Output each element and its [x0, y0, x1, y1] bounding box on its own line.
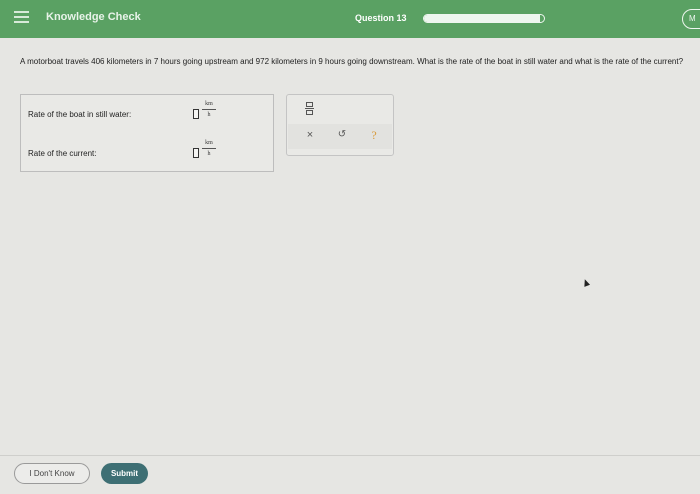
footer-divider	[0, 455, 700, 456]
current-rate-label: Rate of the current:	[28, 149, 97, 158]
unit-denominator: h	[207, 112, 211, 118]
unit-numerator: km	[205, 101, 213, 107]
help-icon[interactable]: ?	[367, 128, 381, 142]
unit-numerator: km	[205, 140, 213, 146]
boat-rate-input[interactable]: km h	[193, 100, 221, 126]
problem-statement: A motorboat travels 406 kilometers in 7 …	[20, 57, 684, 66]
clear-icon[interactable]: ×	[303, 128, 317, 142]
mouse-cursor-icon	[581, 278, 591, 287]
fraction-bar	[202, 148, 216, 149]
answer-input-box[interactable]	[193, 148, 199, 158]
fraction-bar	[202, 109, 216, 110]
question-label: Question 13	[355, 13, 407, 23]
math-toolpad: × ↺ ?	[286, 94, 394, 156]
top-bar: Knowledge Check Question 13 M	[0, 0, 700, 38]
toolpad-actions: × ↺ ?	[288, 124, 392, 149]
current-rate-input[interactable]: km h	[193, 139, 221, 165]
unit-fraction: km h	[202, 139, 216, 158]
progress-fill	[424, 15, 541, 22]
hamburger-menu-icon[interactable]	[14, 11, 29, 23]
boat-rate-label: Rate of the boat in still water:	[28, 110, 132, 119]
dont-know-button[interactable]: I Don't Know	[14, 463, 90, 484]
answer-input-box[interactable]	[193, 109, 199, 119]
user-avatar[interactable]: M	[682, 9, 700, 29]
fraction-template-icon[interactable]	[305, 102, 314, 116]
answer-box: Rate of the boat in still water: km h Ra…	[20, 94, 274, 172]
app-title: Knowledge Check	[46, 11, 141, 23]
unit-fraction: km h	[202, 100, 216, 119]
progress-bar	[423, 14, 545, 23]
submit-button[interactable]: Submit	[101, 463, 148, 484]
undo-icon[interactable]: ↺	[335, 128, 349, 142]
unit-denominator: h	[207, 151, 211, 157]
